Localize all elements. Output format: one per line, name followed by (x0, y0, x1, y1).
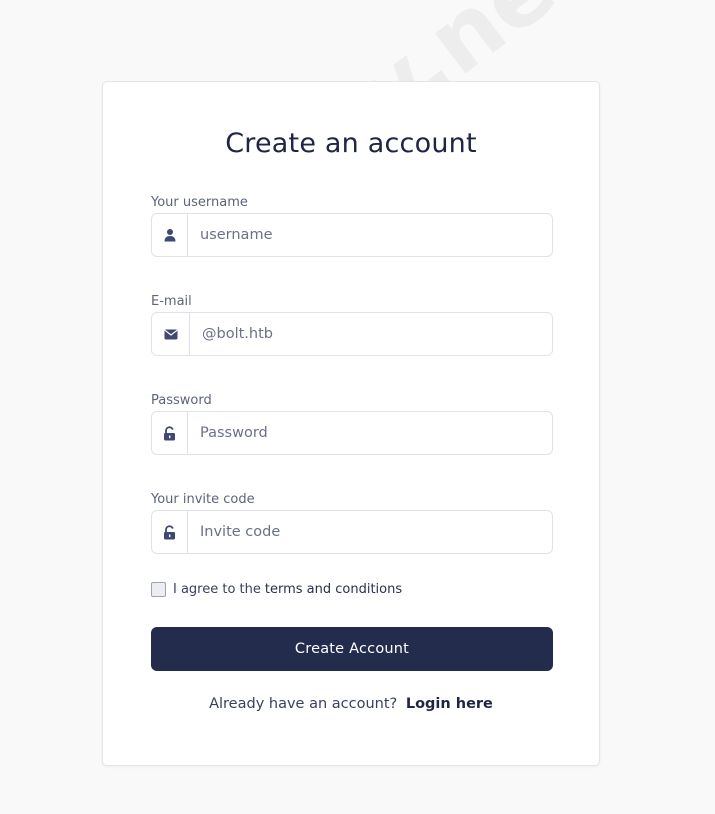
invite-code-label: Your invite code (151, 492, 255, 507)
password-input-group (151, 411, 553, 455)
username-field-group: Your username (151, 194, 553, 257)
email-label: E-mail (151, 294, 192, 309)
invite-code-input[interactable] (188, 511, 552, 553)
email-field-group: E-mail (151, 293, 553, 356)
signup-card: Create an account Your username E-mail (102, 81, 600, 766)
email-input[interactable] (190, 313, 552, 355)
terms-prefix: I agree to the (173, 582, 261, 597)
login-prompt-text: Already have an account? (209, 696, 398, 712)
unlock-icon (152, 412, 188, 454)
invite-code-input-group (151, 510, 553, 554)
password-input[interactable] (188, 412, 552, 454)
envelope-icon (152, 313, 190, 355)
username-label: Your username (151, 195, 248, 210)
username-input[interactable] (188, 214, 552, 256)
login-prompt: Already have an account? Login here (103, 696, 599, 712)
invite-code-field-group: Your invite code (151, 491, 553, 554)
page-title: Create an account (225, 128, 477, 159)
terms-checkbox[interactable] (151, 582, 166, 597)
create-account-button[interactable]: Create Account (151, 627, 553, 671)
terms-row: I agree to the terms and conditions (151, 582, 402, 597)
login-link[interactable]: Login here (406, 696, 493, 712)
password-label: Password (151, 393, 212, 408)
user-icon (152, 214, 188, 256)
email-input-group (151, 312, 553, 356)
username-input-group (151, 213, 553, 257)
unlock-icon (152, 511, 188, 553)
terms-link[interactable]: terms and conditions (265, 582, 402, 597)
password-field-group: Password (151, 392, 553, 455)
